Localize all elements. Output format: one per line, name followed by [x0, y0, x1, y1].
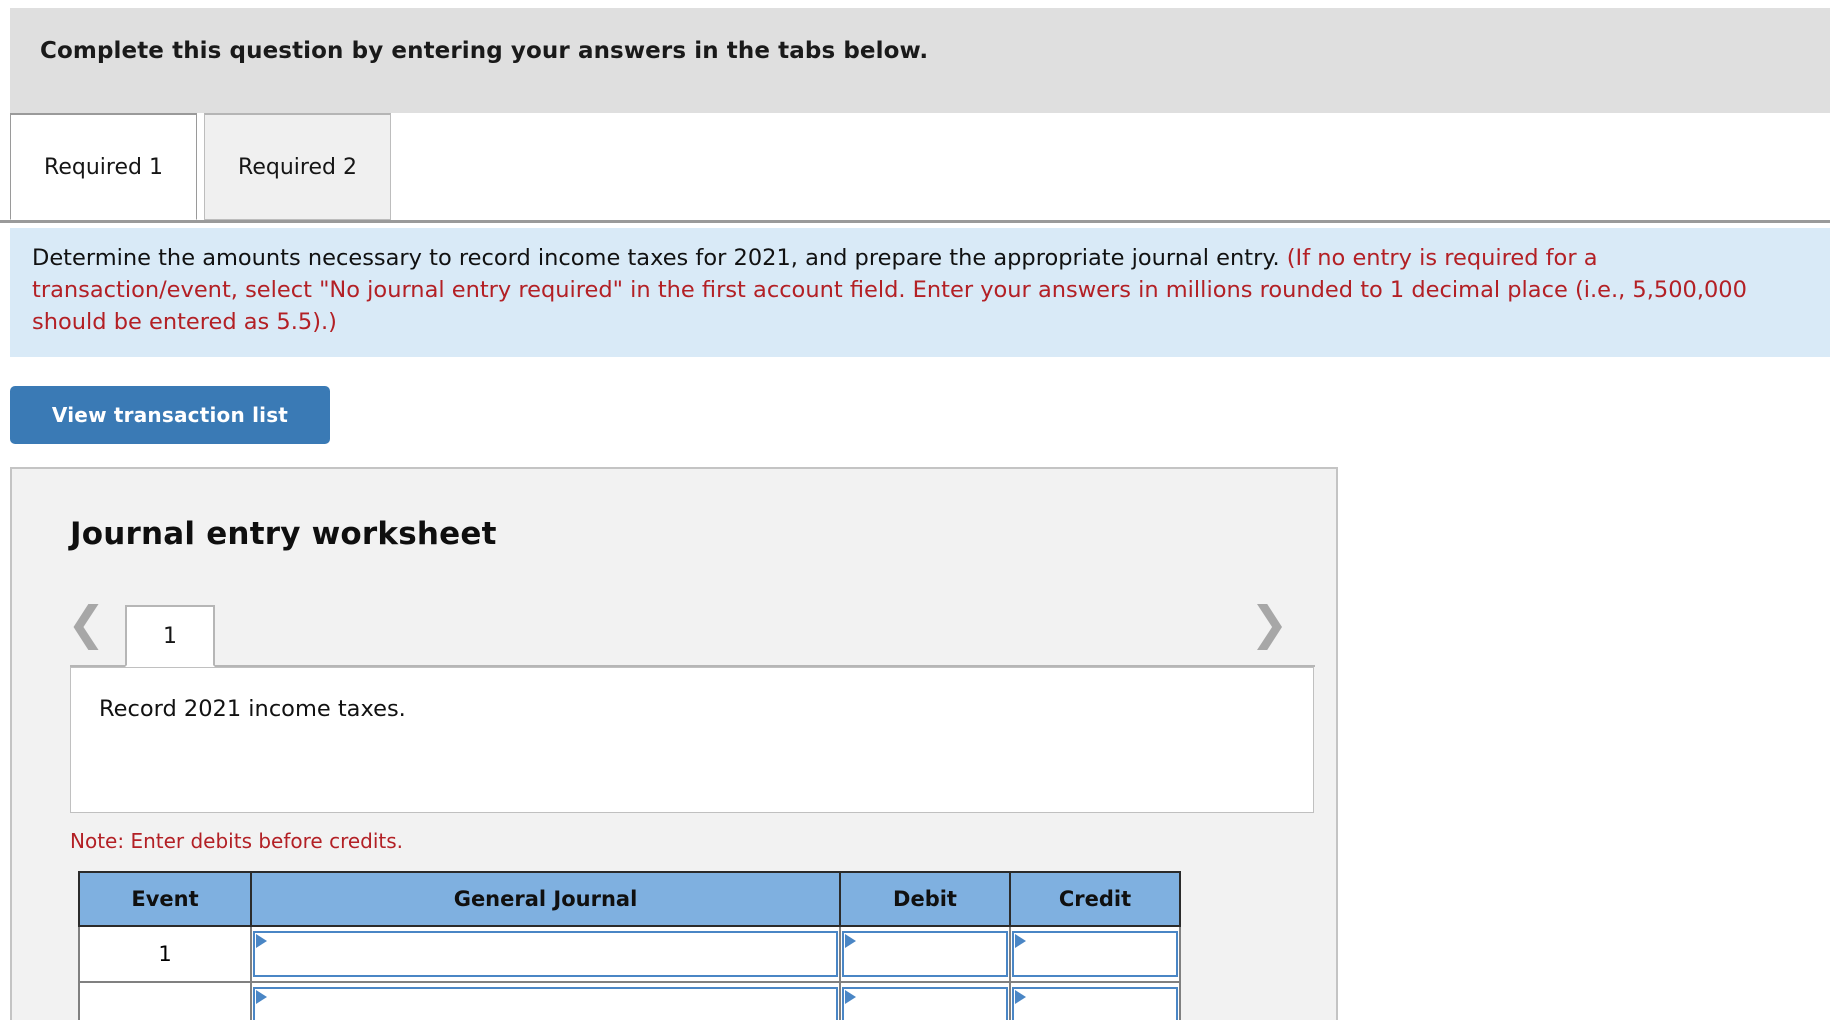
table-row: 1 [78, 925, 1181, 983]
cell-credit-1[interactable] [1009, 925, 1181, 983]
tab-bar-divider [0, 220, 1830, 223]
tab-bar: Required 1 Required 2 [0, 113, 1830, 225]
column-header-event: Event [78, 871, 252, 927]
journal-entry-table: Event General Journal Debit Credit 1 [78, 871, 1181, 1020]
chevron-right-icon[interactable]: ❯ [1250, 600, 1289, 646]
cell-credit-2[interactable] [1009, 981, 1181, 1020]
table-row [78, 981, 1181, 1020]
worksheet-description-box: Record 2021 income taxes. [70, 667, 1314, 813]
worksheet-title: Journal entry worksheet [70, 516, 497, 552]
instruction-primary-text: Determine the amounts necessary to recor… [32, 245, 1280, 271]
debit-input-2[interactable] [842, 987, 1008, 1020]
column-header-general-journal: General Journal [250, 871, 841, 927]
debits-before-credits-note: Note: Enter debits before credits. [70, 829, 404, 853]
cell-event-1: 1 [78, 925, 252, 983]
tab-required-1[interactable]: Required 1 [10, 113, 197, 220]
journal-entry-worksheet-panel: Journal entry worksheet ❮ 1 ❯ Record 202… [10, 467, 1338, 1020]
cell-general-journal-1[interactable] [250, 925, 841, 983]
column-header-credit: Credit [1009, 871, 1181, 927]
tab-required-2[interactable]: Required 2 [204, 113, 391, 220]
tab-required-2-label: Required 2 [238, 154, 357, 180]
cell-debit-2[interactable] [839, 981, 1011, 1020]
worksheet-pagination: ❮ 1 ❯ [12, 579, 1336, 669]
credit-input-2[interactable] [1012, 987, 1178, 1020]
journal-table-head: Event General Journal Debit Credit [78, 871, 1181, 927]
credit-input-1[interactable] [1012, 931, 1178, 977]
cell-debit-1[interactable] [839, 925, 1011, 983]
question-page: Complete this question by entering your … [0, 0, 1830, 1020]
general-journal-select-2[interactable] [253, 987, 838, 1020]
column-header-debit: Debit [839, 871, 1011, 927]
instruction-banner: Complete this question by entering your … [10, 8, 1830, 113]
cell-general-journal-2[interactable] [250, 981, 841, 1020]
instruction-panel: Determine the amounts necessary to recor… [10, 228, 1830, 357]
banner-text: Complete this question by entering your … [40, 38, 929, 64]
cell-event-2 [78, 981, 252, 1020]
tab-required-1-label: Required 1 [44, 154, 163, 180]
journal-table-header-row: Event General Journal Debit Credit [78, 871, 1181, 927]
debit-input-1[interactable] [842, 931, 1008, 977]
general-journal-select-1[interactable] [253, 931, 838, 977]
journal-table-body: 1 [78, 925, 1181, 1020]
worksheet-page-1-label: 1 [163, 623, 177, 649]
view-transaction-list-button[interactable]: View transaction list [10, 386, 330, 444]
worksheet-page-1[interactable]: 1 [125, 605, 215, 667]
worksheet-description-text: Record 2021 income taxes. [99, 696, 406, 722]
chevron-left-icon[interactable]: ❮ [67, 600, 106, 646]
